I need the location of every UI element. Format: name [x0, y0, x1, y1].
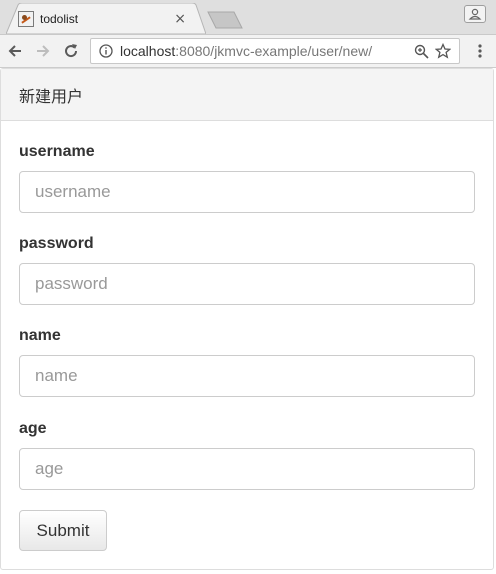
name-label: name	[19, 327, 61, 344]
password-label: password	[19, 235, 94, 252]
close-icon[interactable]: ×	[174, 11, 186, 27]
info-icon[interactable]	[99, 44, 113, 58]
back-arrow-icon[interactable]	[6, 42, 24, 60]
url-path: :8080/jkmvc-example/user/new/	[175, 43, 373, 59]
forward-arrow-icon[interactable]	[34, 42, 52, 60]
tab-strip: todolist ×	[0, 0, 496, 35]
url-text[interactable]: localhost:8080/jkmvc-example/user/new/	[120, 43, 372, 59]
age-label: age	[19, 420, 47, 437]
username-input[interactable]	[19, 171, 475, 213]
submit-button[interactable]: Submit	[19, 510, 107, 551]
new-tab-button[interactable]	[206, 10, 244, 30]
profile-button[interactable]	[464, 5, 486, 23]
browser-toolbar: localhost:8080/jkmvc-example/user/new/	[0, 35, 496, 68]
age-input[interactable]	[19, 448, 475, 490]
username-label: username	[19, 143, 95, 160]
bookmark-star-icon[interactable]	[435, 43, 451, 59]
favicon-icon	[18, 11, 34, 27]
tab-content[interactable]: todolist ×	[18, 7, 198, 31]
new-user-panel: 新建用户 username password name age Submit	[0, 68, 494, 570]
reload-icon[interactable]	[62, 42, 80, 60]
address-bar[interactable]: localhost:8080/jkmvc-example/user/new/	[90, 38, 460, 64]
person-icon	[468, 8, 482, 20]
url-host: localhost	[120, 43, 176, 59]
page-title: 新建用户	[1, 69, 493, 121]
zoom-icon[interactable]	[414, 44, 429, 59]
password-input[interactable]	[19, 263, 475, 305]
name-input[interactable]	[19, 355, 475, 397]
menu-kebab-icon[interactable]	[472, 43, 488, 59]
tab-title: todolist	[40, 12, 79, 26]
